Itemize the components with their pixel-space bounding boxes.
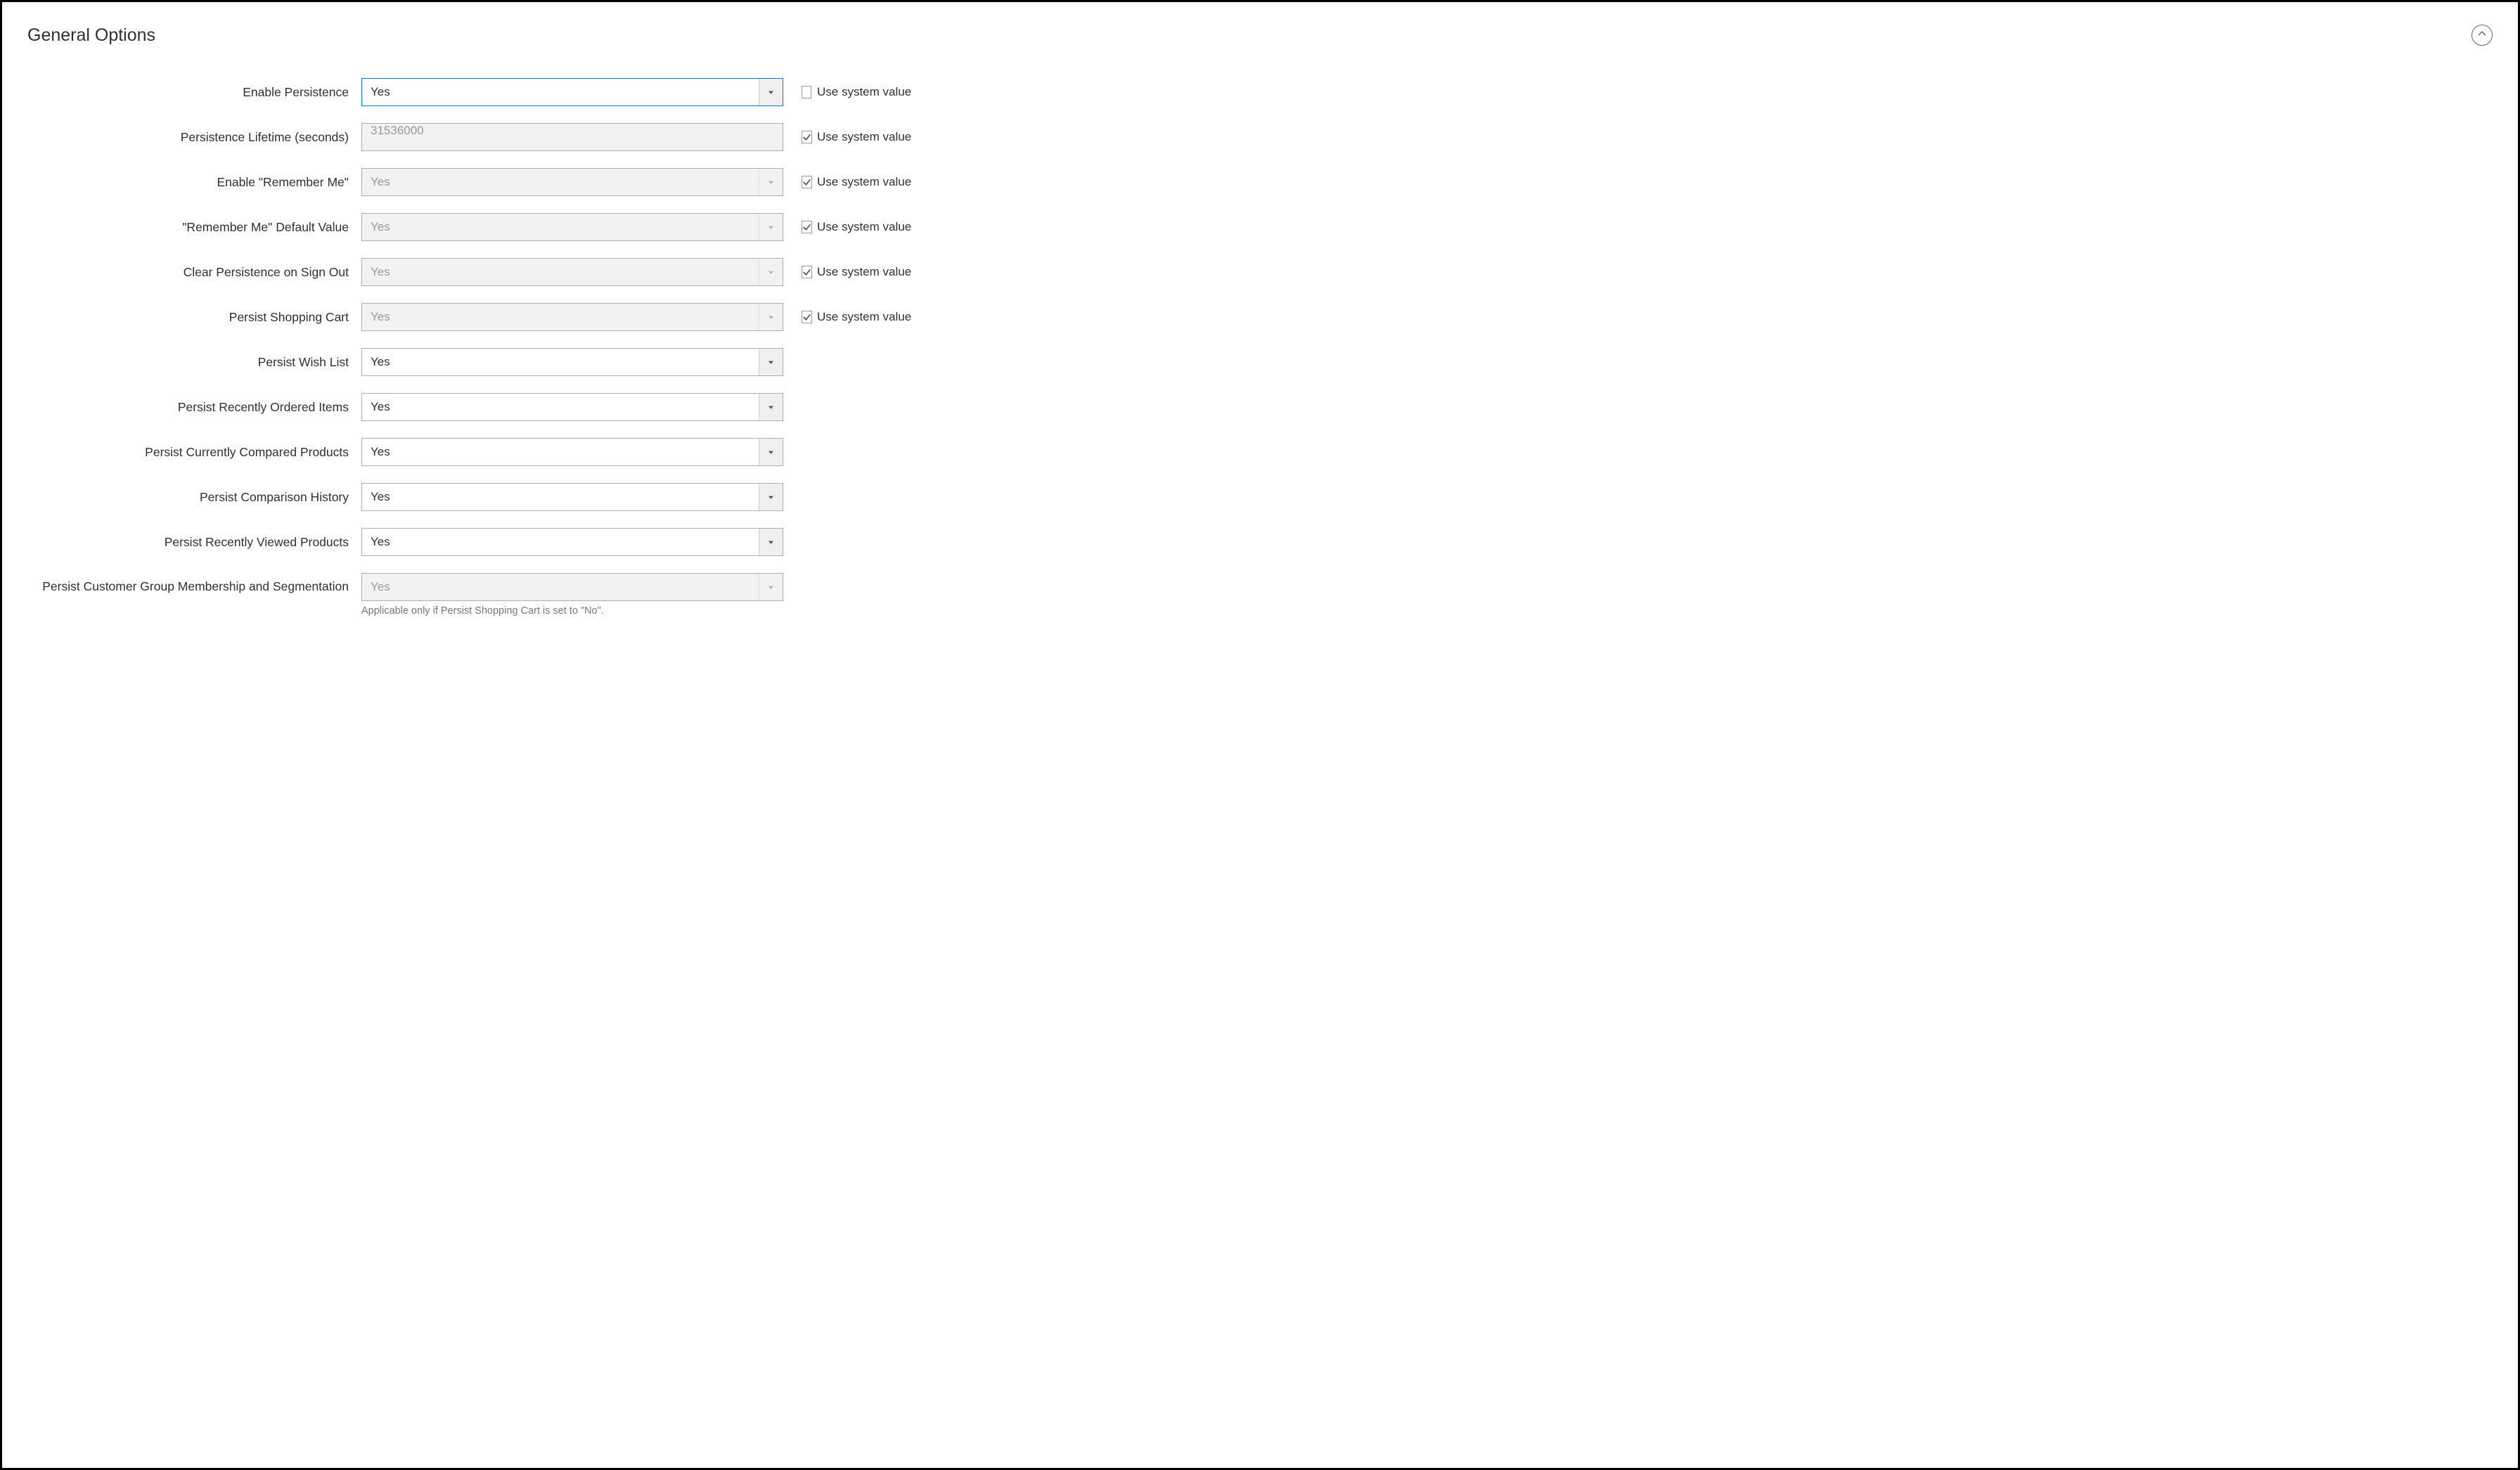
field-label: Persist Comparison History — [27, 490, 361, 505]
persist-comparison-history-select[interactable]: Yes — [361, 483, 783, 511]
caret-down-icon — [759, 169, 783, 195]
field-control-wrap: Yes — [361, 483, 783, 511]
persist-currently-compared-select[interactable]: Yes — [361, 438, 783, 466]
field-label: Enable Persistence — [27, 85, 361, 100]
caret-down-icon — [759, 304, 783, 330]
use-system-label[interactable]: Use system value — [811, 265, 952, 279]
use-system-cell — [783, 176, 811, 188]
field-control-wrap: Yes — [361, 78, 783, 106]
persistence-lifetime-input: 31536000 — [361, 123, 783, 151]
select-value: Yes — [371, 400, 774, 414]
use-system-label[interactable]: Use system value — [811, 130, 952, 144]
config-row-remember-me-default: "Remember Me" Default Value Yes Use system… — [27, 213, 2493, 241]
field-label: Clear Persistence on Sign Out — [27, 265, 361, 280]
field-label: Persist Currently Compared Products — [27, 445, 361, 460]
field-label: Persist Recently Viewed Products — [27, 535, 361, 550]
field-control-wrap: Yes — [361, 303, 783, 331]
field-label: Persistence Lifetime (seconds) — [27, 130, 361, 145]
caret-down-icon — [759, 394, 783, 420]
field-control-wrap: Yes — [361, 258, 783, 286]
chevron-up-icon — [2477, 29, 2487, 42]
select-value: Yes — [371, 490, 774, 504]
select-value: Yes — [371, 85, 774, 99]
use-system-checkbox[interactable] — [802, 311, 812, 323]
config-row-persist-recently-viewed: Persist Recently Viewed Products Yes — [27, 528, 2493, 556]
caret-down-icon — [759, 259, 783, 285]
field-control-wrap: Yes — [361, 528, 783, 556]
use-system-cell — [783, 221, 811, 233]
config-row-persist-cart: Persist Shopping Cart Yes Use system value — [27, 303, 2493, 331]
section-header: General Options — [27, 25, 2493, 46]
select-value: Yes — [371, 310, 774, 324]
config-panel: General Options Enable Persistence Yes Use… — [0, 0, 2520, 1470]
form-rows: Enable PersistenceYesUse system valuePer… — [27, 78, 2493, 617]
caret-down-icon — [759, 529, 783, 555]
caret-down-icon — [759, 214, 783, 240]
field-label: Persist Wish List — [27, 355, 361, 370]
select-value: Yes — [371, 220, 774, 234]
use-system-checkbox[interactable] — [802, 86, 811, 98]
field-label: Persist Customer Group Membership and Se… — [27, 573, 361, 594]
select-value: Yes — [371, 355, 774, 369]
section-title: General Options — [27, 25, 155, 46]
field-label: "Remember Me" Default Value — [27, 220, 361, 235]
use-system-cell — [783, 311, 811, 323]
field-hint: Applicable only if Persist Shopping Cart… — [361, 601, 783, 617]
use-system-label[interactable]: Use system value — [811, 220, 952, 234]
config-row-enable-persistence: Enable Persistence Yes Use system value — [27, 78, 2493, 106]
select-value: Yes — [371, 265, 774, 279]
field-label: Enable "Remember Me" — [27, 175, 361, 190]
field-control-wrap: Yes — [361, 213, 783, 241]
field-control-wrap: Yes — [361, 168, 783, 196]
use-system-label[interactable]: Use system value — [811, 85, 952, 99]
select-value: Yes — [371, 175, 774, 189]
use-system-cell — [783, 131, 811, 143]
config-row-persistence-lifetime: Persistence Lifetime (seconds)31536000 Us… — [27, 123, 2493, 151]
remember-me-default-select: Yes — [361, 213, 783, 241]
enable-persistence-select[interactable]: Yes — [361, 78, 783, 106]
use-system-checkbox[interactable] — [802, 266, 812, 278]
config-row-persist-currently-compared: Persist Currently Compared Products Yes — [27, 438, 2493, 466]
use-system-cell — [783, 266, 811, 278]
enable-remember-me-select: Yes — [361, 168, 783, 196]
persist-wishlist-select[interactable]: Yes — [361, 348, 783, 376]
config-row-clear-on-signout: Clear Persistence on Sign Out Yes Use syst… — [27, 258, 2493, 286]
use-system-cell — [783, 86, 811, 98]
select-value: Yes — [371, 535, 774, 549]
field-label: Persist Recently Ordered Items — [27, 400, 361, 415]
config-row-persist-recently-ordered: Persist Recently Ordered Items Yes — [27, 393, 2493, 421]
field-control-wrap: Yes — [361, 393, 783, 421]
caret-down-icon — [759, 484, 783, 510]
field-label: Persist Shopping Cart — [27, 310, 361, 325]
section-collapse-button[interactable] — [2471, 25, 2493, 46]
clear-on-signout-select: Yes — [361, 258, 783, 286]
caret-down-icon — [759, 439, 783, 465]
caret-down-icon — [759, 79, 783, 105]
config-row-persist-wishlist: Persist Wish List Yes — [27, 348, 2493, 376]
select-value: Yes — [371, 580, 774, 594]
field-control-wrap: Yes Applicable only if Persist Shopping C… — [361, 573, 783, 617]
use-system-checkbox[interactable] — [802, 131, 812, 143]
persist-customer-group-select: Yes — [361, 573, 783, 601]
caret-down-icon — [759, 574, 783, 600]
persist-recently-ordered-select[interactable]: Yes — [361, 393, 783, 421]
field-control-wrap: Yes — [361, 348, 783, 376]
field-control-wrap: 31536000 — [361, 123, 783, 151]
use-system-checkbox[interactable] — [802, 221, 812, 233]
persist-cart-select: Yes — [361, 303, 783, 331]
config-row-persist-customer-group: Persist Customer Group Membership and Se… — [27, 573, 2493, 617]
field-control-wrap: Yes — [361, 438, 783, 466]
config-row-enable-remember-me: Enable "Remember Me" Yes Use system value — [27, 168, 2493, 196]
use-system-checkbox[interactable] — [802, 176, 812, 188]
use-system-label[interactable]: Use system value — [811, 175, 952, 189]
caret-down-icon — [759, 349, 783, 375]
select-value: Yes — [371, 445, 774, 459]
use-system-label[interactable]: Use system value — [811, 310, 952, 324]
persist-recently-viewed-select[interactable]: Yes — [361, 528, 783, 556]
config-row-persist-comparison-history: Persist Comparison History Yes — [27, 483, 2493, 511]
